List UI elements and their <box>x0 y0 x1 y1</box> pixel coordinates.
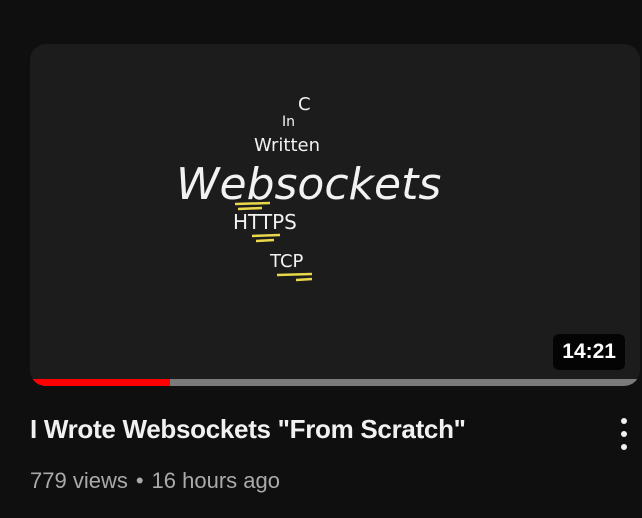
upload-age: 16 hours ago <box>151 468 280 493</box>
thumb-word-in: In <box>282 114 295 130</box>
thumbnail-chalkboard-art: C In Written Websockets HTTPS TCP <box>176 94 441 282</box>
more-vert-icon[interactable] <box>610 414 638 454</box>
thumb-underline-tcp <box>276 272 313 282</box>
thumb-word-websockets: Websockets <box>176 159 441 210</box>
thumb-word-https: HTTPS <box>233 210 297 234</box>
watch-progress-bar <box>30 379 640 386</box>
thumb-word-c: C <box>298 94 311 115</box>
meta-separator: • <box>135 468 144 493</box>
menu-dot <box>621 431 627 437</box>
video-card: C In Written Websockets HTTPS TCP 14:21 … <box>0 0 642 518</box>
thumb-underline-https <box>251 233 281 243</box>
video-thumbnail[interactable]: C In Written Websockets HTTPS TCP 14:21 <box>30 44 640 386</box>
thumb-word-tcp: TCP <box>269 251 304 272</box>
video-metadata: 779 views • 16 hours ago <box>30 466 280 496</box>
video-title[interactable]: I Wrote Websockets "From Scratch" <box>30 412 590 446</box>
view-count: 779 views <box>30 468 128 493</box>
thumb-word-written: Written <box>254 135 320 156</box>
watch-progress-fill <box>30 379 171 386</box>
menu-dot <box>621 444 627 450</box>
menu-dot <box>621 418 627 424</box>
duration-badge: 14:21 <box>553 334 625 370</box>
